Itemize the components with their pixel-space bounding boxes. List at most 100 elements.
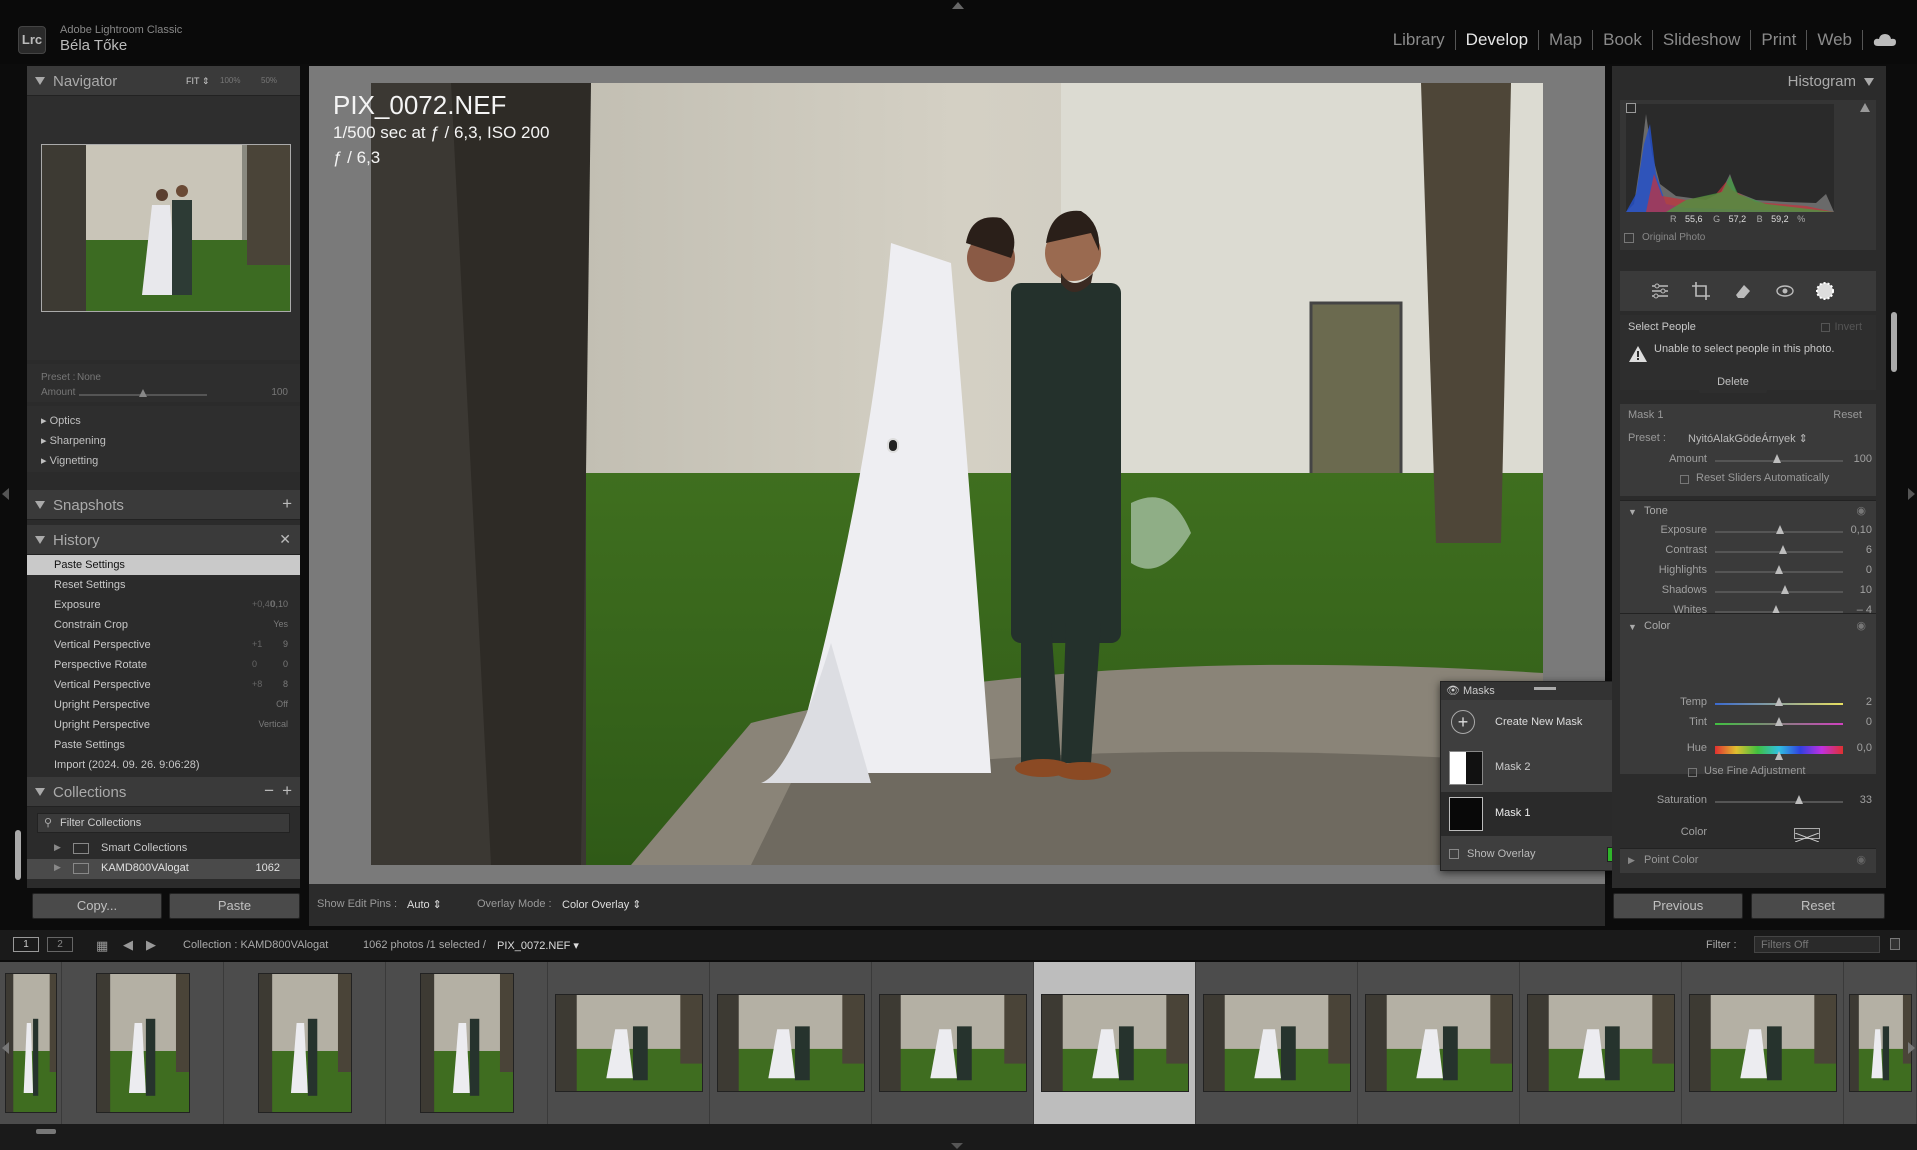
saturation-slider-thumb[interactable] <box>1795 795 1803 804</box>
filmstrip-thumbnail[interactable] <box>717 994 865 1092</box>
collapse-triangle-icon[interactable]: ▼ <box>1628 622 1637 632</box>
left-panel-toggle-icon[interactable] <box>2 488 9 500</box>
module-develop[interactable]: Develop <box>1456 30 1540 50</box>
left-scrollbar[interactable] <box>15 830 21 880</box>
module-print[interactable]: Print <box>1751 30 1808 50</box>
contrast-slider-thumb[interactable] <box>1779 545 1787 554</box>
zoom-50[interactable]: 50% <box>261 76 277 85</box>
filmstrip-scroll-left-icon[interactable] <box>2 1042 9 1054</box>
add-collection-icon[interactable]: + <box>282 781 292 801</box>
overlay-mode-select[interactable]: Color Overlay ⇕ <box>562 898 642 911</box>
section-vignetting[interactable]: ▸ Vignetting <box>41 454 98 467</box>
mask-preset-select[interactable]: NyitóAlakGödeÁrnyek ⇕ <box>1688 432 1808 445</box>
photo-canvas[interactable]: PIX_0072.NEF 1/500 sec at ƒ / 6,3, ISO 2… <box>309 66 1651 888</box>
saturation-slider-track[interactable] <box>1715 801 1843 803</box>
sliders-icon[interactable] <box>1650 281 1670 301</box>
cloud-icon[interactable] <box>1873 33 1897 47</box>
filmstrip-cell[interactable] <box>62 962 224 1124</box>
section-optics[interactable]: ▸ Optics <box>41 414 81 427</box>
history-header[interactable]: History ✕ <box>27 525 300 555</box>
delete-button[interactable]: Delete <box>1699 373 1767 393</box>
drag-handle-icon[interactable] <box>1534 687 1556 690</box>
filmstrip-cell[interactable] <box>1844 962 1917 1124</box>
history-item[interactable]: Import (2024. 09. 26. 9:06:28) <box>27 755 300 775</box>
amount-slider-thumb[interactable] <box>1773 454 1781 463</box>
crop-icon[interactable] <box>1691 281 1711 301</box>
remove-collection-icon[interactable]: − <box>264 781 274 801</box>
filter-collections-input[interactable]: ⚲ Filter Collections <box>37 813 290 833</box>
show-overlay-checkbox[interactable] <box>1449 849 1459 859</box>
history-item[interactable]: Paste Settings <box>27 735 300 755</box>
history-item[interactable]: Reset Settings <box>27 575 300 595</box>
forward-arrow-icon[interactable]: ▶ <box>146 937 156 953</box>
mask-reset-link[interactable]: Reset <box>1833 409 1862 421</box>
module-library[interactable]: Library <box>1383 30 1456 50</box>
filmstrip-cell[interactable] <box>1196 962 1358 1124</box>
highlight-clipping-icon[interactable] <box>1860 103 1870 112</box>
point-color-eye-icon[interactable]: ◉ <box>1856 853 1866 866</box>
page-1-button[interactable]: 1 <box>13 937 39 952</box>
module-map[interactable]: Map <box>1539 30 1594 50</box>
color-swatch-picker[interactable] <box>1794 828 1820 843</box>
filmstrip-thumbnail[interactable] <box>420 973 514 1113</box>
right-panel-toggle-icon[interactable] <box>1908 488 1915 500</box>
collection-item-selected[interactable]: ▶ KAMD800VAlogat 1062 <box>27 859 300 879</box>
navigator-header[interactable]: Navigator FIT ⇕ 100% 50% <box>27 66 300 96</box>
exposure-slider-thumb[interactable] <box>1776 525 1784 534</box>
module-web[interactable]: Web <box>1807 30 1863 50</box>
collapse-top-arrow-icon[interactable] <box>952 2 964 9</box>
filmstrip-cell[interactable] <box>1358 962 1520 1124</box>
histogram-header[interactable]: Histogram <box>1612 66 1886 96</box>
snapshots-header[interactable]: Snapshots + <box>27 490 300 520</box>
filmstrip-thumbnail[interactable] <box>555 994 703 1092</box>
collection-item-smart[interactable]: ▶ Smart Collections <box>27 839 300 859</box>
paste-button[interactable]: Paste <box>169 893 300 919</box>
filmstrip-thumbnail[interactable] <box>1203 994 1351 1092</box>
history-item[interactable]: Vertical Perspective +8 8 <box>27 675 300 695</box>
filmstrip-cell[interactable] <box>548 962 710 1124</box>
module-slideshow[interactable]: Slideshow <box>1653 30 1752 50</box>
highlights-slider-thumb[interactable] <box>1775 565 1783 574</box>
edit-pin-icon[interactable] <box>887 438 899 453</box>
reset-button[interactable]: Reset <box>1751 893 1885 919</box>
collapse-bottom-arrow-icon[interactable] <box>951 1143 963 1149</box>
filmstrip-cell[interactable] <box>710 962 872 1124</box>
history-item[interactable]: Perspective Rotate 0 0 <box>27 655 300 675</box>
color-visibility-eye-icon[interactable]: ◉ <box>1856 619 1866 632</box>
shadows-slider-track[interactable] <box>1715 591 1843 593</box>
navigator-preview[interactable] <box>27 96 300 360</box>
filmstrip-thumbnail[interactable] <box>5 973 57 1113</box>
preset-value[interactable]: None <box>77 372 101 383</box>
shadows-slider-thumb[interactable] <box>1781 585 1789 594</box>
collapse-triangle-icon[interactable] <box>1864 78 1874 86</box>
filmstrip-cell[interactable] <box>386 962 548 1124</box>
heal-eraser-icon[interactable] <box>1733 281 1753 301</box>
filmstrip-thumbnail[interactable] <box>1849 994 1912 1092</box>
history-item[interactable]: Vertical Perspective +1 9 <box>27 635 300 655</box>
clear-history-icon[interactable]: ✕ <box>279 531 291 548</box>
expand-triangle-icon[interactable]: ▶ <box>1628 855 1635 866</box>
grid-view-icon[interactable]: ▦ <box>96 938 108 954</box>
filmstrip-cell[interactable] <box>1682 962 1844 1124</box>
filmstrip-cell[interactable] <box>872 962 1034 1124</box>
history-item[interactable]: Exposure +0,40 0,10 <box>27 595 300 615</box>
filmstrip-scroll-right-icon[interactable] <box>1908 1042 1915 1054</box>
reset-sliders-checkbox[interactable] <box>1680 475 1689 484</box>
amount-slider-thumb[interactable] <box>139 389 147 397</box>
hue-slider-thumb[interactable] <box>1775 751 1783 760</box>
temp-slider-thumb[interactable] <box>1775 697 1783 706</box>
filmstrip-filename[interactable]: PIX_0072.NEF ▾ <box>497 939 579 952</box>
filter-select[interactable]: Filters Off <box>1754 936 1880 953</box>
filmstrip-thumbnail[interactable] <box>1041 994 1189 1092</box>
section-sharpening[interactable]: ▸ Sharpening <box>41 434 106 447</box>
filmstrip-thumbnail[interactable] <box>1365 994 1513 1092</box>
eye-icon[interactable]: 👁 <box>1446 684 1460 697</box>
point-color-section[interactable]: ▶ Point Color ◉ <box>1620 849 1876 873</box>
history-item[interactable]: Upright Perspective Off <box>27 695 300 715</box>
filmstrip-cell[interactable] <box>1520 962 1682 1124</box>
history-item[interactable]: Paste Settings <box>27 555 300 575</box>
history-item[interactable]: Upright Perspective Vertical <box>27 715 300 735</box>
filmstrip-thumbnail[interactable] <box>96 973 190 1113</box>
masking-icon[interactable] <box>1814 280 1836 302</box>
filmstrip-cell[interactable] <box>0 962 62 1124</box>
